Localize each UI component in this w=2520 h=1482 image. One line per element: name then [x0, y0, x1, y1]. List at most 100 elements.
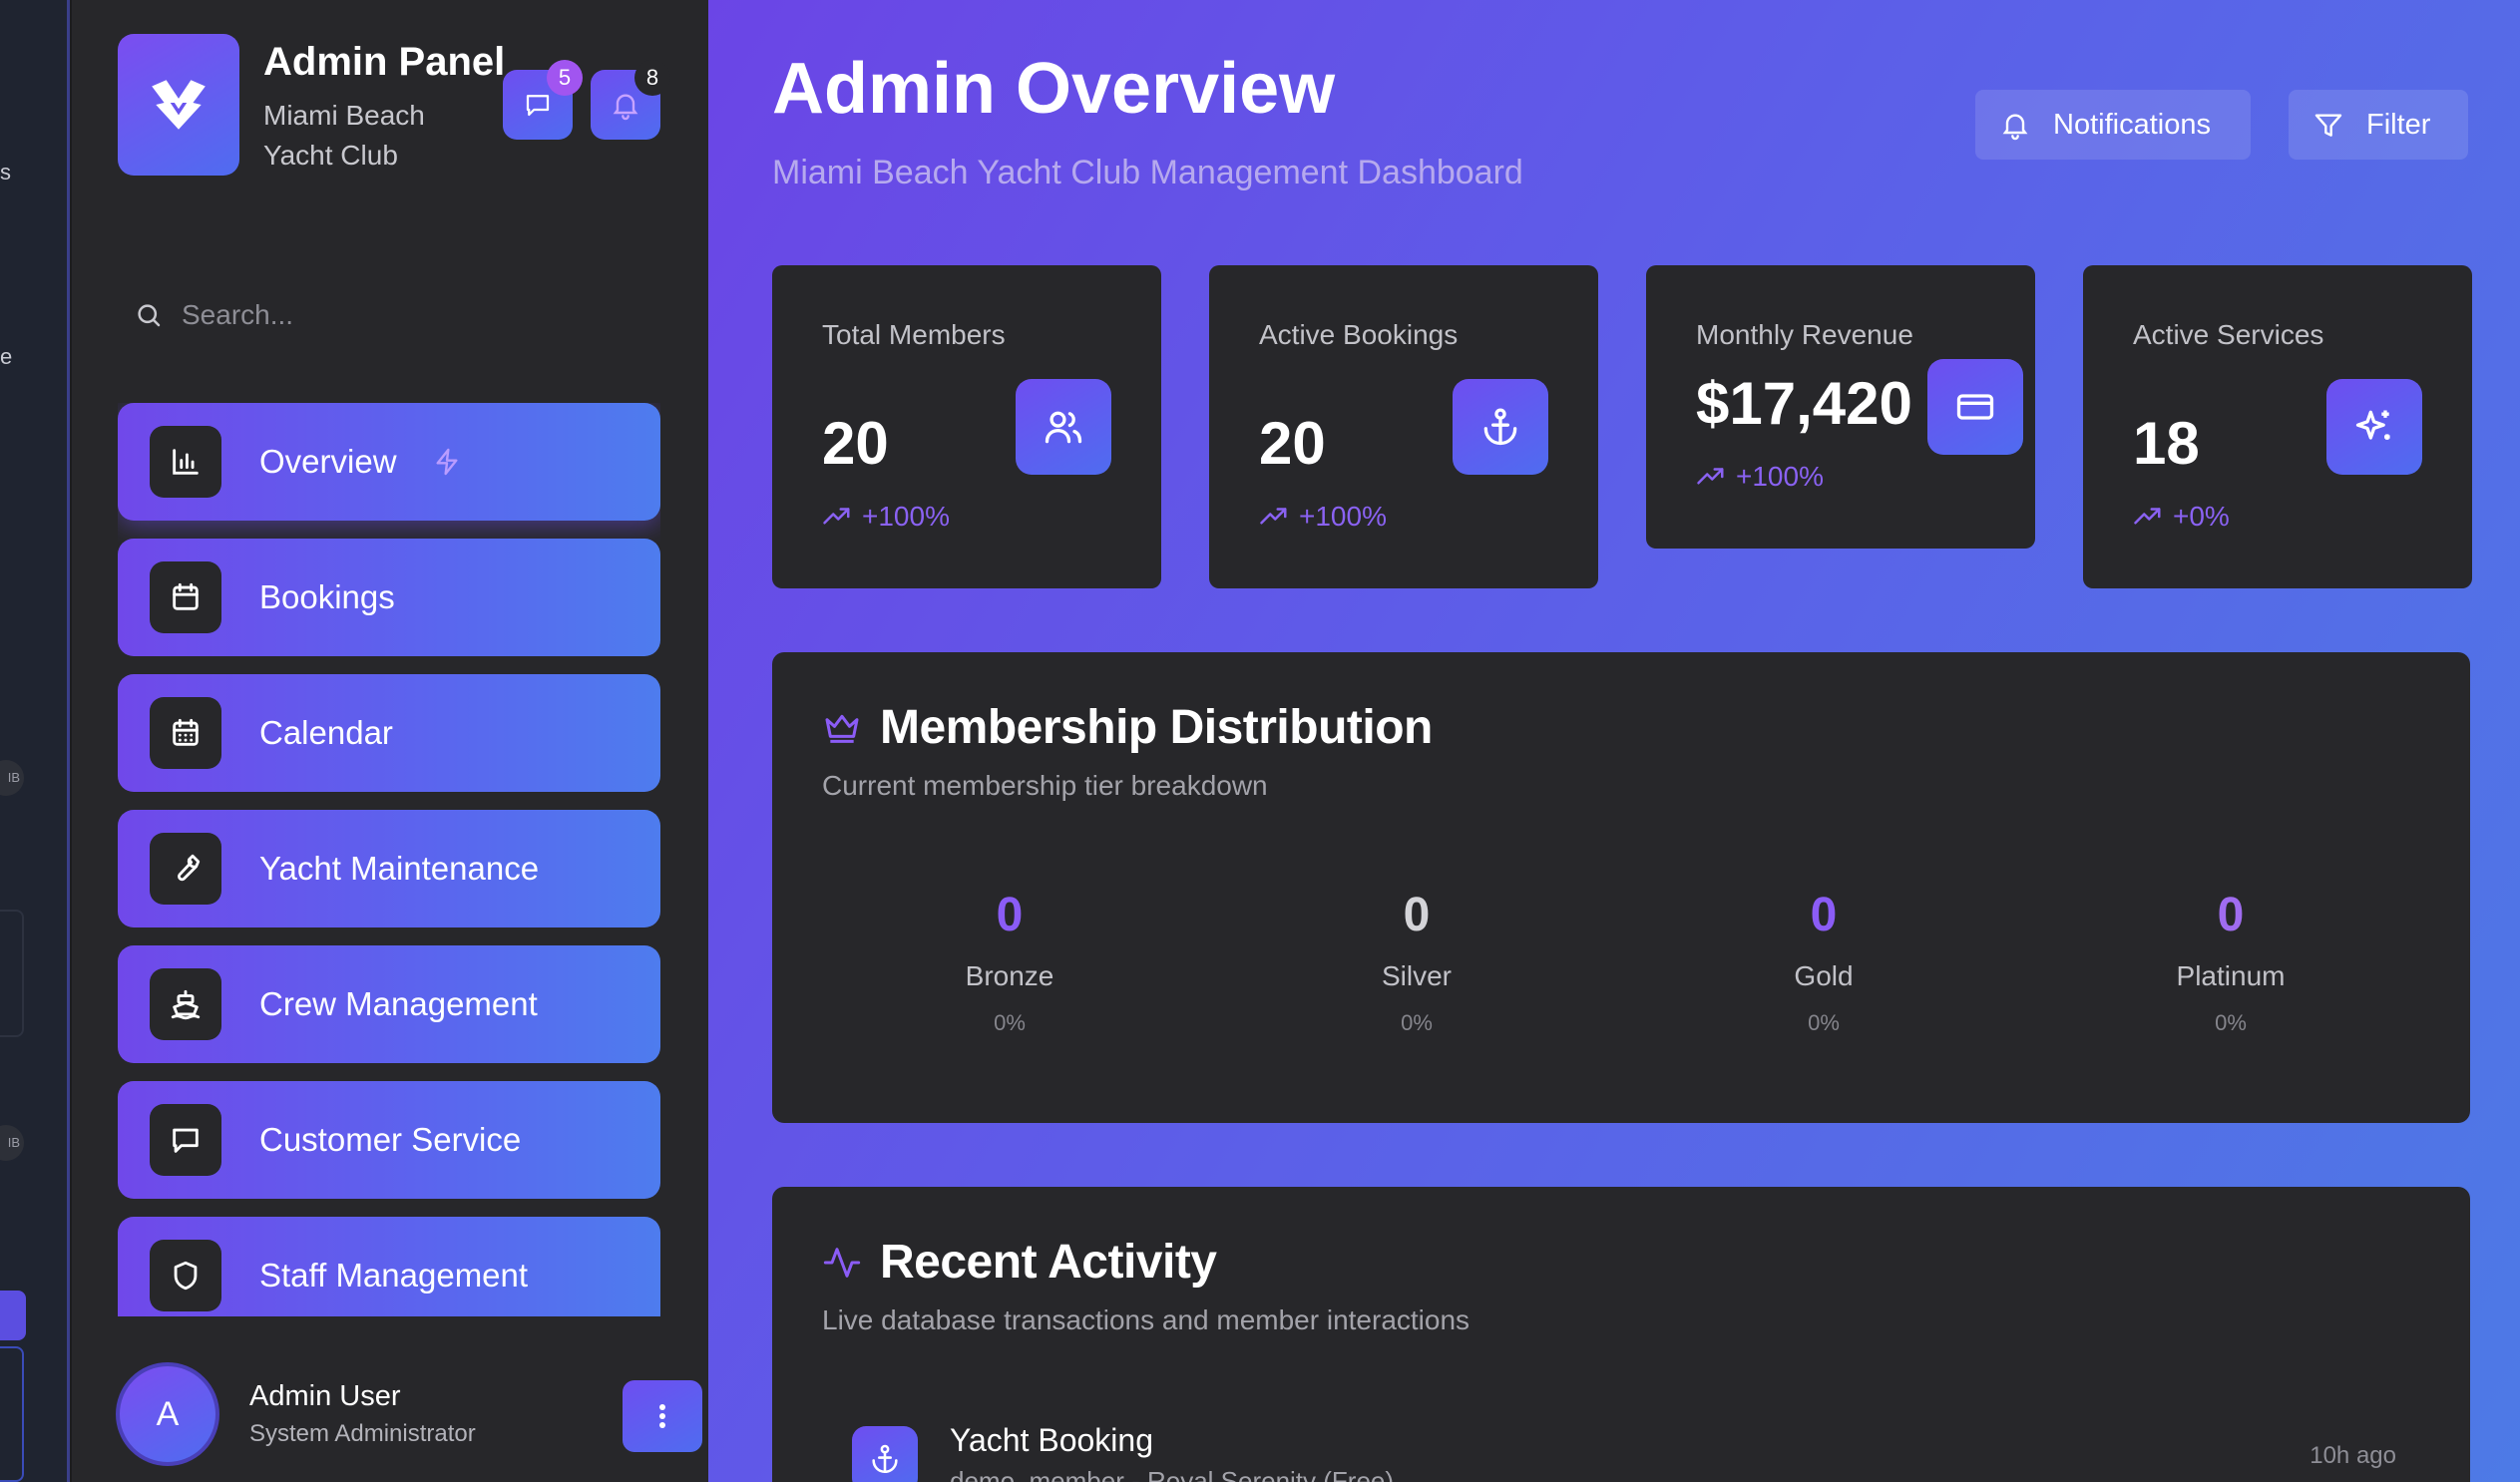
panel-subtitle: Current membership tier breakdown — [822, 770, 1268, 801]
tier-platinum: 0 Platinum 0% — [2081, 888, 2380, 1036]
shield-icon — [150, 1240, 221, 1311]
stat-card-active-services: Active Services 18 +0% — [2083, 265, 2472, 588]
sidebar-nav: Overview Bookings Calendar Yacht Mainten… — [118, 403, 660, 1316]
tier-count: 0 — [996, 889, 1024, 941]
tier-count: 0 — [1810, 889, 1838, 941]
activity-time: 10h ago — [2310, 1442, 2396, 1469]
sidebar-item-label: Calendar — [259, 714, 393, 751]
stat-card-total-members: Total Members 20 +100% — [772, 265, 1161, 588]
sidebar-item-calendar[interactable]: Calendar — [118, 674, 660, 792]
panel-header: Recent Activity — [822, 1235, 1217, 1290]
messages-badge: 5 — [547, 60, 583, 96]
anchor-icon — [1453, 379, 1548, 475]
tier-count: 0 — [1403, 889, 1431, 941]
stat-trend-value: +100% — [862, 501, 950, 532]
bell-icon — [2002, 114, 2028, 141]
calendar-icon — [150, 561, 221, 633]
strip-pill: IB — [0, 1125, 24, 1161]
more-vertical-icon — [659, 1404, 665, 1428]
activity-title: Yacht Booking — [950, 1422, 1153, 1458]
anchor-icon — [852, 1426, 918, 1482]
sidebar-item-overview[interactable]: Overview — [118, 403, 660, 521]
sidebar-item-bookings[interactable]: Bookings — [118, 539, 660, 656]
stat-card-monthly-revenue: Monthly Revenue $17,420 +100% — [1646, 265, 2035, 549]
brand-title: Admin Panel — [263, 40, 506, 84]
filter-icon — [2314, 114, 2342, 137]
tier-percent: 0% — [1808, 1010, 1840, 1035]
stat-label: Monthly Revenue — [1696, 319, 1913, 350]
bell-icon — [613, 94, 638, 121]
trending-up-icon — [823, 508, 850, 525]
stat-trend-value: +100% — [1736, 461, 1824, 492]
tier-silver: 0 Silver 0% — [1267, 888, 1566, 1036]
recent-activity-panel: Recent Activity Live database transactio… — [772, 1187, 2470, 1482]
search-icon — [138, 304, 161, 327]
main-content: Admin Overview Miami Beach Yacht Club Ma… — [708, 0, 2520, 1482]
strip-card — [0, 910, 24, 1037]
alerts-button[interactable]: 8 — [591, 60, 670, 140]
page-title: Admin Overview — [772, 49, 1336, 129]
messages-button[interactable]: 5 — [503, 60, 583, 140]
stat-value: 18 — [2133, 410, 2200, 477]
tier-count: 0 — [2217, 889, 2245, 941]
stat-label: Active Services — [2133, 319, 2324, 350]
membership-distribution-panel: Membership Distribution Current membersh… — [772, 652, 2470, 1123]
notifications-label: Notifications — [2053, 108, 2211, 141]
brand-subtitle: Miami Beach Yacht Club — [263, 100, 425, 171]
sidebar-item-staff-management[interactable]: Staff Management — [118, 1217, 660, 1316]
alerts-badge: 8 — [634, 60, 670, 96]
stat-trend: +0% — [2133, 501, 2230, 533]
tier-percent: 0% — [994, 1010, 1026, 1035]
tier-percent: 0% — [2215, 1010, 2247, 1035]
filter-button[interactable]: Filter — [2289, 90, 2468, 160]
sidebar-item-yacht-maintenance[interactable]: Yacht Maintenance — [118, 810, 660, 927]
search-bar — [134, 285, 692, 345]
stat-value: $17,420 — [1696, 370, 1912, 437]
sidebar-item-label: Overview — [259, 443, 397, 480]
bar-chart-icon — [150, 426, 221, 498]
users-icon — [1016, 379, 1111, 475]
user-profile: A Admin User System Administrator — [116, 1362, 702, 1466]
tier-percent: 0% — [1401, 1010, 1433, 1035]
panel-header: Membership Distribution — [822, 700, 1433, 755]
panel-title: Membership Distribution — [880, 701, 1433, 754]
calendar-grid-icon — [150, 697, 221, 769]
wrench-icon — [150, 833, 221, 905]
stat-label: Active Bookings — [1259, 319, 1459, 350]
stat-value: 20 — [822, 410, 889, 477]
page-subtitle: Miami Beach Yacht Club Management Dashbo… — [772, 154, 1523, 191]
brand-logo[interactable] — [118, 34, 239, 176]
ship-icon — [150, 968, 221, 1040]
tier-name: Bronze — [965, 960, 1054, 991]
strip-fragment: s — [0, 160, 11, 185]
stat-trend: +100% — [1259, 501, 1387, 533]
stat-trend: +100% — [1696, 461, 1824, 493]
sidebar-item-crew-management[interactable]: Crew Management — [118, 945, 660, 1063]
strip-card — [0, 1346, 24, 1482]
notifications-button[interactable]: Notifications — [1975, 90, 2251, 160]
tier-name: Silver — [1381, 960, 1452, 991]
activity-icon — [823, 1247, 861, 1278]
user-menu-button[interactable] — [623, 1380, 702, 1452]
sidebar-item-label: Customer Service — [259, 1121, 522, 1158]
sidebar-item-label: Crew Management — [259, 985, 538, 1022]
search-input[interactable] — [182, 299, 660, 331]
sidebar-item-label: Yacht Maintenance — [259, 850, 540, 887]
crown-icon — [825, 714, 859, 743]
message-icon — [526, 95, 550, 117]
strip-accent — [0, 1291, 26, 1340]
sidebar-item-label: Staff Management — [259, 1257, 529, 1294]
sidebar: Admin Panel Miami Beach Yacht Club 5 8 O… — [72, 0, 708, 1482]
user-role: System Administrator — [249, 1420, 476, 1447]
stat-label: Total Members — [822, 319, 1006, 350]
trending-up-icon — [1697, 468, 1724, 485]
trending-up-icon — [2134, 508, 2161, 525]
strip-pill: IB — [0, 760, 24, 796]
logo-icon — [152, 80, 206, 130]
avatar[interactable]: A — [116, 1362, 219, 1466]
stat-trend-value: +100% — [1299, 501, 1387, 532]
stat-value: 20 — [1259, 410, 1326, 477]
sidebar-item-customer-service[interactable]: Customer Service — [118, 1081, 660, 1199]
user-name: Admin User — [249, 1380, 401, 1412]
panel-title: Recent Activity — [880, 1236, 1217, 1289]
